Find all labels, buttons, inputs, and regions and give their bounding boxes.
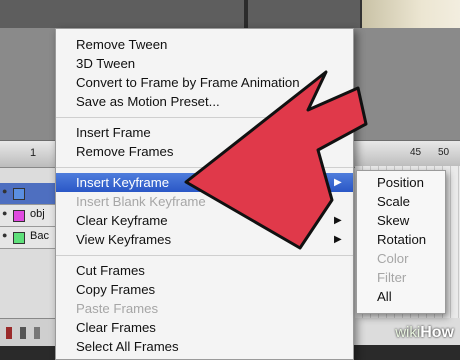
watermark-part1: wiki [395,324,421,341]
watermark-part2: How [420,324,454,341]
pointer-arrow-icon [184,70,368,250]
watermark-text: wikiHow [395,324,454,342]
wikihow-watermark: wikiHow [382,321,460,345]
